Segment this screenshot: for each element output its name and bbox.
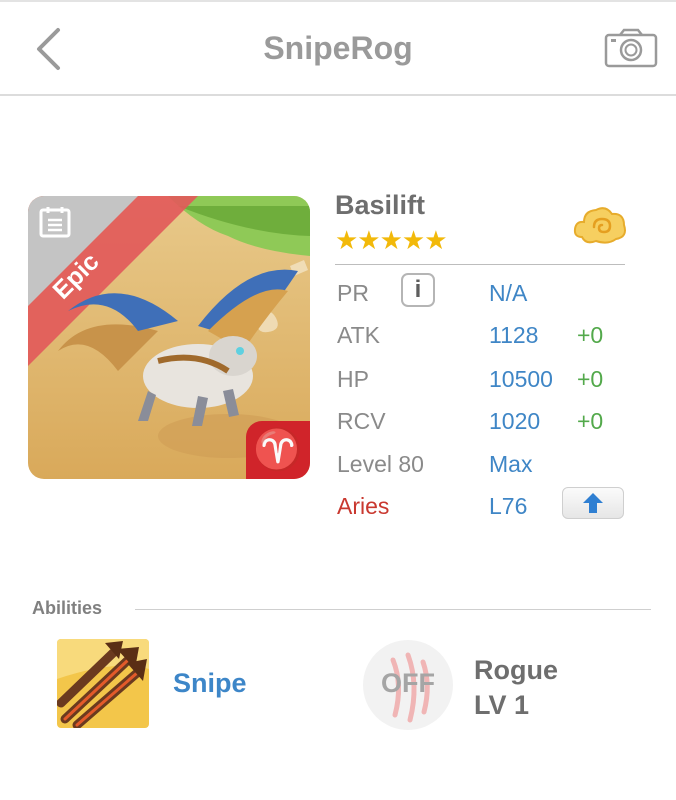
aries-sign-badge: ♈ bbox=[246, 421, 310, 479]
sign-label: Aries bbox=[337, 493, 390, 519]
off-label: OFF bbox=[381, 668, 435, 698]
pr-value: N/A bbox=[489, 280, 528, 306]
rogue-name: Rogue bbox=[474, 655, 558, 685]
card-icon[interactable] bbox=[38, 205, 72, 244]
navigation-bar: SnipeRog bbox=[0, 2, 676, 96]
hp-bonus: +0 bbox=[577, 366, 604, 392]
atk-label: ATK bbox=[337, 322, 381, 348]
level-value: Max bbox=[489, 451, 533, 477]
info-icon[interactable]: i bbox=[401, 273, 435, 307]
rcv-label: RCV bbox=[337, 408, 386, 434]
hp-value: 10500 bbox=[489, 366, 553, 392]
rcv-value: 1020 bbox=[489, 408, 541, 434]
abilities-divider bbox=[135, 609, 651, 610]
level-label: Level 80 bbox=[337, 451, 424, 477]
ability-snipe[interactable]: Snipe bbox=[173, 668, 247, 699]
sign-level: L76 bbox=[489, 493, 528, 519]
arrow-up-icon bbox=[583, 493, 603, 513]
rcv-bonus: +0 bbox=[577, 408, 604, 434]
rarity-stars: ★★★★★ bbox=[335, 225, 448, 255]
rogue-toggle[interactable]: OFF bbox=[363, 640, 453, 730]
upgrade-button[interactable] bbox=[562, 487, 624, 519]
atk-value: 1128 bbox=[489, 322, 539, 348]
arrows-icon[interactable] bbox=[57, 639, 149, 728]
rogue-level: LV 1 bbox=[474, 690, 530, 720]
monster-name: Basilift bbox=[335, 190, 426, 220]
pr-label: PR bbox=[337, 280, 369, 306]
abilities-heading: Abilities bbox=[32, 598, 103, 618]
hp-label: HP bbox=[337, 366, 369, 392]
atk-bonus: +0 bbox=[577, 322, 604, 348]
page-title: SnipeRog bbox=[263, 30, 413, 66]
camera-icon[interactable] bbox=[604, 28, 658, 68]
ability-rogue: Rogue LV 1 bbox=[474, 653, 558, 723]
cloud-icon bbox=[572, 203, 628, 254]
stats-divider bbox=[335, 264, 625, 265]
